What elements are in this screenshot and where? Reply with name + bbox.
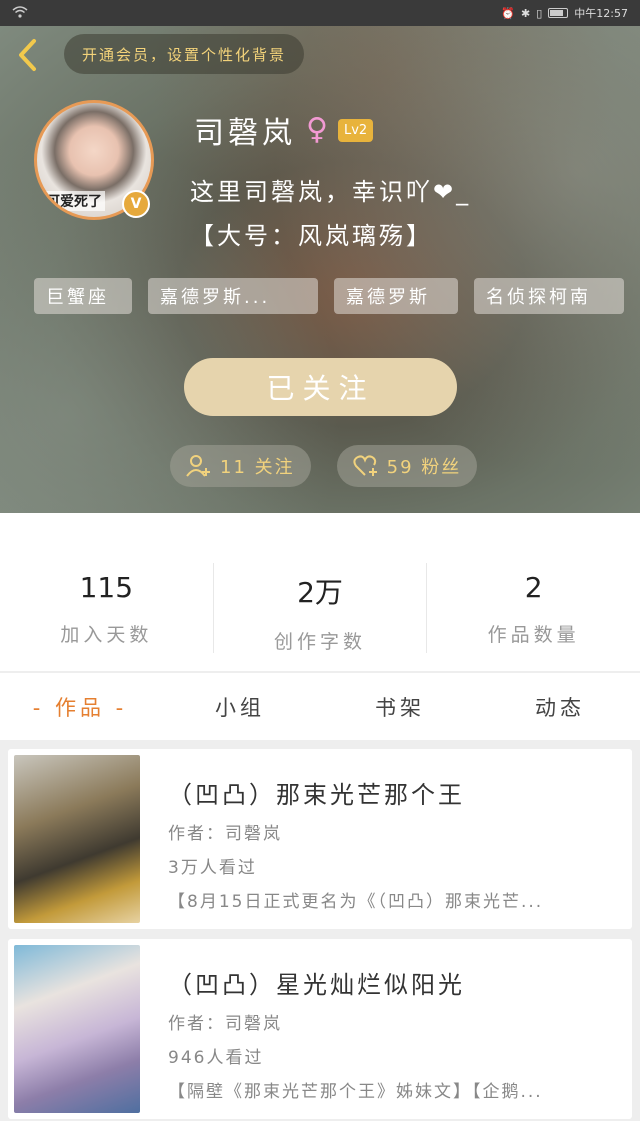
- bluetooth-icon: ✱: [521, 6, 531, 20]
- avatar-caption: 可爱死了: [43, 191, 105, 211]
- tag-item[interactable]: 嘉德罗斯: [334, 278, 458, 314]
- work-author: 作者：司磬岚: [168, 1014, 282, 1034]
- vibrate-icon: ▯: [536, 6, 543, 20]
- work-views: 3万人看过: [168, 858, 257, 878]
- tab-works[interactable]: - 作品 -: [0, 673, 160, 740]
- work-description: 【隔壁《那束光芒那个王》姊妹文】【企鹅...: [168, 1082, 543, 1102]
- stat-value: 2万: [297, 576, 343, 609]
- stat-label: 作品数量: [487, 624, 580, 646]
- avatar[interactable]: 可爱死了 V: [34, 100, 154, 220]
- followed-button[interactable]: 已关注: [184, 358, 457, 416]
- social-stats: 11 关注 59 粉丝: [170, 445, 478, 487]
- tab-groups[interactable]: 小组: [160, 673, 320, 740]
- tag-item[interactable]: 嘉德罗斯...: [148, 278, 318, 314]
- chevron-left-icon: [19, 39, 36, 71]
- work-views: 946人看过: [168, 1048, 264, 1068]
- name-row: 司磬岚 ♀ Lv2: [194, 108, 374, 152]
- status-time: 中午12:57: [574, 7, 628, 20]
- status-bar: ⏰ ✱ ▯ 中午12:57: [0, 0, 640, 26]
- work-description: 【8月15日正式更名为《（凹凸）那束光芒...: [168, 892, 544, 912]
- level-badge: Lv2: [337, 118, 374, 142]
- add-user-icon: [186, 455, 210, 477]
- alarm-icon: ⏰: [501, 6, 516, 20]
- work-author: 作者：司磬岚: [168, 824, 282, 844]
- fans-button[interactable]: 59 粉丝: [336, 445, 478, 487]
- work-title: （凹凸）星光灿烂似阳光: [168, 971, 465, 999]
- status-icons: ⏰ ✱ ▯ 中午12:57: [501, 5, 628, 21]
- following-count: 11 关注: [220, 457, 295, 478]
- book-cover: [14, 945, 140, 1113]
- tag-item[interactable]: 名侦探柯南: [474, 278, 624, 314]
- female-icon: ♀: [306, 112, 328, 147]
- tag-list: 巨蟹座 嘉德罗斯... 嘉德罗斯 名侦探柯南: [34, 278, 624, 314]
- user-name: 司磬岚: [194, 116, 296, 151]
- back-button[interactable]: [12, 38, 42, 72]
- battery-icon: [548, 8, 569, 18]
- profile-header: 开通会员，设置个性化背景 可爱死了 V 司磬岚 ♀ Lv2 这里司磬岚，幸识吖❤…: [0, 26, 640, 513]
- wifi-icon: [12, 5, 28, 21]
- stat-label: 创作字数: [274, 631, 367, 653]
- book-cover: [14, 755, 140, 923]
- following-button[interactable]: 11 关注: [170, 445, 311, 487]
- profile-tabs: - 作品 - 小组 书架 动态: [0, 672, 640, 740]
- stat-word-count: 2万 创作字数: [214, 563, 428, 653]
- bio-line-2: 【大号：风岚璃殇】: [190, 222, 433, 250]
- stat-join-days: 115 加入天数: [0, 563, 214, 653]
- stat-value: 2: [524, 571, 543, 604]
- stat-value: 115: [79, 571, 134, 604]
- stat-works-count: 2 作品数量: [427, 563, 640, 653]
- list-item[interactable]: （凹凸）星光灿烂似阳光 作者：司磬岚 946人看过 【隔壁《那束光芒那个王》姊妹…: [8, 939, 632, 1119]
- tab-activity[interactable]: 动态: [480, 673, 640, 740]
- verified-badge-icon: V: [122, 190, 150, 218]
- heart-plus-icon: [353, 455, 377, 476]
- stat-label: 加入天数: [60, 624, 153, 646]
- work-title: （凹凸）那束光芒那个王: [168, 781, 465, 809]
- fans-count: 59 粉丝: [386, 457, 462, 478]
- tab-bookshelf[interactable]: 书架: [320, 673, 480, 740]
- bio-line-1: 这里司磬岚，幸识吖❤_: [190, 178, 472, 206]
- stats-panel: 115 加入天数 2万 创作字数 2 作品数量: [0, 513, 640, 671]
- list-item[interactable]: （凹凸）那束光芒那个王 作者：司磬岚 3万人看过 【8月15日正式更名为《（凹凸…: [8, 749, 632, 929]
- tag-item[interactable]: 巨蟹座: [34, 278, 132, 314]
- vip-banner[interactable]: 开通会员，设置个性化背景: [64, 34, 305, 74]
